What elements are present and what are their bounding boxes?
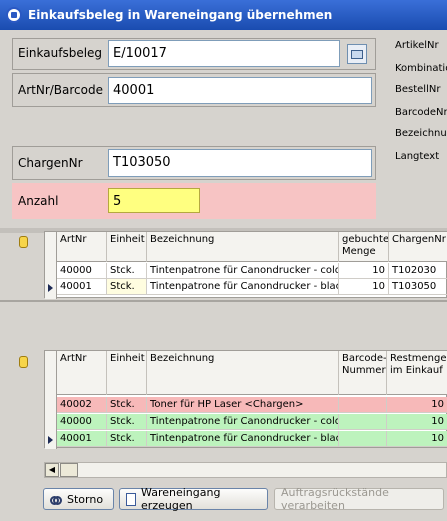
chargen-input[interactable]: T103050 xyxy=(108,149,372,177)
einkaufsbeleg-input[interactable]: E/10017 xyxy=(108,40,340,67)
scroll-thumb[interactable] xyxy=(60,463,78,477)
wareneingang-label: Wareneingang erzeugen xyxy=(141,486,221,512)
storno-button[interactable]: Storno xyxy=(43,488,114,510)
side-label-artikelnr: ArtikelNr xyxy=(395,40,439,51)
col-header-restmenge[interactable]: Restmenge im Einkauf xyxy=(387,351,447,395)
cell-artnr: 40001 xyxy=(57,431,107,447)
artnr-barcode-input[interactable]: 40001 xyxy=(108,77,372,104)
cell-menge: 10 xyxy=(339,279,389,295)
col-header-bezeichnung[interactable]: Bezeichnung xyxy=(147,351,339,395)
cell-restmenge: 10 xyxy=(387,397,447,413)
cell-bezeichnung: Tintenpatrone für Canondrucker - black xyxy=(147,431,339,447)
col-header-artnr[interactable]: ArtNr xyxy=(57,232,107,262)
cell-einheit: Stck. xyxy=(107,397,147,413)
col-header-einheit[interactable]: Einheit xyxy=(107,232,147,262)
lookup-icon xyxy=(351,49,363,59)
cell-einheit: Stck. xyxy=(107,414,147,430)
table-row[interactable]: 40000 Stck. Tintenpatrone für Canondruck… xyxy=(57,263,447,279)
cell-einheit: Stck. xyxy=(107,263,147,279)
cell-bezeichnung: Tintenpatrone für Canondrucker - black xyxy=(147,279,339,295)
col-header-einheit[interactable]: Einheit xyxy=(107,351,147,395)
cell-einheit: Stck. xyxy=(107,431,147,447)
database-icon xyxy=(19,356,28,368)
col-header-chargennr[interactable]: ChargenNr xyxy=(389,232,447,262)
horizontal-scrollbar[interactable] xyxy=(44,462,447,478)
side-label-kombination: Kombinatio xyxy=(395,63,447,74)
top-grid-header: ArtNr Einheit Bezeichnung gebuchte Menge… xyxy=(57,232,447,262)
auftrag-label: Auftragsrückstände verarbeiten xyxy=(281,486,389,512)
cell-artnr: 40001 xyxy=(57,279,107,295)
einkaufsbeleg-label: Einkaufsbeleg xyxy=(18,46,103,60)
cell-barcode xyxy=(339,397,387,413)
current-row-pointer-icon xyxy=(48,436,53,444)
cell-barcode xyxy=(339,414,387,430)
top-grid: ArtNr Einheit Bezeichnung gebuchte Menge… xyxy=(44,231,447,299)
table-row[interactable]: 40001 Stck. Tintenpatrone für Canondruck… xyxy=(57,279,447,295)
cell-restmenge: 10 xyxy=(387,414,447,430)
storno-label: Storno xyxy=(67,492,104,506)
bottom-grid: ArtNr Einheit Bezeichnung Barcode-Nummer… xyxy=(44,350,447,449)
auftragsrueckstaende-button[interactable]: Auftragsrückstände verarbeiten xyxy=(274,486,444,512)
cell-bezeichnung: Tintenpatrone für Canondrucker - color xyxy=(147,414,339,430)
col-header-gebuchte-menge[interactable]: gebuchte Menge xyxy=(339,232,389,262)
document-icon xyxy=(126,492,137,506)
table-row[interactable]: 40002 Stck. Toner für HP Laser <Chargen>… xyxy=(57,397,447,413)
app-icon xyxy=(6,7,22,23)
cell-chargennr: T102030 xyxy=(389,263,447,279)
artnr-label: ArtNr/Barcode xyxy=(18,83,103,97)
cell-restmenge: 10 xyxy=(387,431,447,447)
table-row[interactable]: 40001 Stck. Tintenpatrone für Canondruck… xyxy=(57,431,447,447)
cell-bezeichnung: Tintenpatrone für Canondrucker - color xyxy=(147,263,339,279)
anzahl-input[interactable]: 5 xyxy=(108,188,200,213)
table-row[interactable]: 40000 Stck. Tintenpatrone für Canondruck… xyxy=(57,414,447,430)
cell-menge: 10 xyxy=(339,263,389,279)
side-label-bezeichnung: Bezeichnu xyxy=(395,128,447,139)
cell-chargennr: T103050 xyxy=(389,279,447,295)
cell-einheit: Stck. xyxy=(107,279,147,295)
scroll-left-arrow-icon[interactable]: ◀ xyxy=(45,463,59,477)
side-label-bestellnr: BestellNr xyxy=(395,84,441,95)
bottom-grid-header: ArtNr Einheit Bezeichnung Barcode-Nummer… xyxy=(57,351,447,395)
scissors-icon xyxy=(50,493,62,505)
title-bar: Einkaufsbeleg in Wareneingang übernehmen xyxy=(0,0,447,30)
cell-artnr: 40002 xyxy=(57,397,107,413)
cell-artnr: 40000 xyxy=(57,263,107,279)
cell-bezeichnung: Toner für HP Laser <Chargen> xyxy=(147,397,339,413)
cell-artnr: 40000 xyxy=(57,414,107,430)
side-label-barcodenr: BarcodeNr xyxy=(395,107,447,118)
side-label-langtext: Langtext xyxy=(395,151,440,162)
col-header-artnr[interactable]: ArtNr xyxy=(57,351,107,395)
cell-barcode xyxy=(339,431,387,447)
database-icon xyxy=(19,236,28,248)
anzahl-label: Anzahl xyxy=(18,194,59,208)
col-header-barcode-nummer[interactable]: Barcode-Nummer xyxy=(339,351,387,395)
window-title: Einkaufsbeleg in Wareneingang übernehmen xyxy=(28,8,333,22)
col-header-bezeichnung[interactable]: Bezeichnung xyxy=(147,232,339,262)
lookup-button[interactable] xyxy=(347,44,367,64)
bottom-grid-indicator-col xyxy=(45,351,57,449)
wareneingang-erzeugen-button[interactable]: Wareneingang erzeugen xyxy=(119,486,268,512)
chargen-label: ChargenNr xyxy=(18,156,83,170)
side-label-panel: ArtikelNr Kombinatio BestellNr BarcodeNr… xyxy=(387,30,447,228)
current-row-pointer-icon xyxy=(48,284,53,292)
